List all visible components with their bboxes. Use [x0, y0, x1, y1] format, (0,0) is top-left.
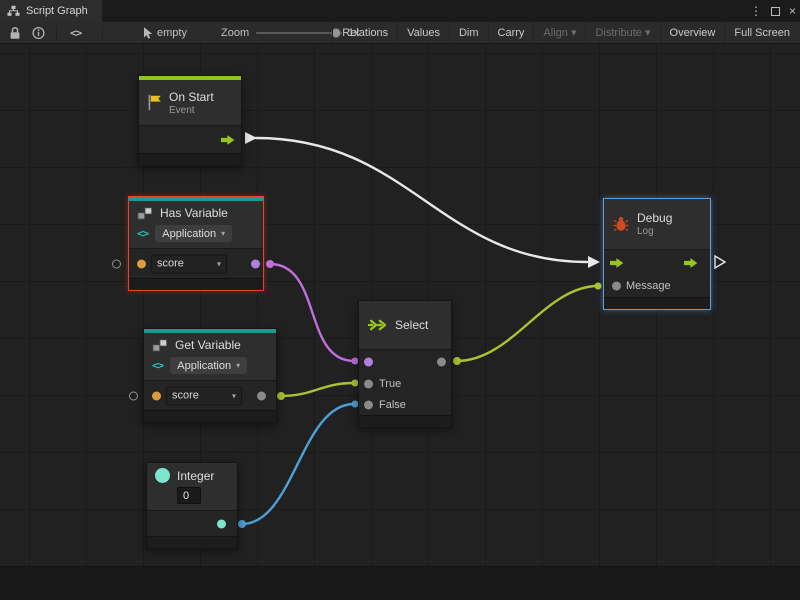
- node-title: Debug: [637, 211, 672, 225]
- node-footer: [147, 536, 237, 548]
- node-title: On Start: [169, 90, 214, 104]
- node-subtitle: Log: [637, 226, 672, 237]
- toolbar-separator: [56, 26, 57, 40]
- overview-button[interactable]: Overview: [660, 22, 725, 43]
- node-title: Has Variable: [160, 206, 228, 220]
- node-footer: [359, 415, 451, 427]
- false-input-port[interactable]: [364, 400, 373, 409]
- message-input-port[interactable]: [612, 282, 621, 291]
- graph-toolbar: <> empty Zoom 1x Relations Values Dim Ca…: [0, 22, 800, 44]
- node-has-variable[interactable]: Has Variable <> Application ▾ score ▾: [128, 196, 264, 291]
- code-toggle-icon[interactable]: <>: [70, 26, 81, 39]
- script-graph-icon: [7, 5, 20, 17]
- condition-input-port[interactable]: [364, 357, 373, 366]
- variable-name-value: score: [157, 258, 184, 270]
- zoom-slider-track[interactable]: [256, 32, 342, 34]
- variables-icon: [137, 207, 153, 220]
- flow-output-port[interactable]: [221, 134, 235, 145]
- target-input-port[interactable]: [112, 259, 121, 268]
- canvas-bottom-edge: [0, 566, 800, 600]
- toolbar-separator: [102, 26, 103, 40]
- variable-name-dropdown[interactable]: score ▾: [166, 386, 242, 405]
- flow-input-port[interactable]: [610, 257, 624, 268]
- window-menu-icon[interactable]: ⋮: [750, 0, 762, 22]
- dim-button[interactable]: Dim: [449, 22, 488, 43]
- node-on-start[interactable]: On Start Event: [138, 75, 242, 166]
- node-select[interactable]: Select True False: [358, 300, 452, 428]
- scope-dropdown[interactable]: Application ▾: [155, 225, 232, 242]
- variable-name-dropdown[interactable]: score ▾: [151, 254, 227, 273]
- scope-dropdown[interactable]: Application ▾: [170, 357, 247, 374]
- selection-output-port[interactable]: [437, 357, 446, 366]
- node-title: Select: [395, 318, 428, 332]
- fullscreen-button[interactable]: Full Screen: [724, 22, 799, 43]
- distribute-button: Distribute ▾: [585, 22, 659, 43]
- window-close-icon[interactable]: ×: [789, 0, 796, 22]
- selection-status: empty: [157, 27, 187, 39]
- window-controls: ⋮ ×: [750, 0, 796, 22]
- window-title: Script Graph: [26, 5, 88, 17]
- integer-type-icon: [155, 468, 170, 483]
- lock-icon[interactable]: [9, 26, 21, 40]
- integer-value-input[interactable]: 0: [177, 487, 201, 504]
- chevron-down-icon: ▾: [221, 229, 225, 238]
- variable-name-port[interactable]: [137, 259, 146, 268]
- value-output-port[interactable]: [257, 391, 266, 400]
- variable-name-value: score: [172, 390, 199, 402]
- info-icon[interactable]: [32, 26, 45, 39]
- scope-value: Application: [177, 360, 231, 372]
- zoom-label: Zoom: [221, 27, 249, 39]
- integer-output-port[interactable]: [217, 519, 226, 528]
- node-footer: [604, 297, 710, 309]
- scope-value: Application: [162, 228, 216, 240]
- carry-button[interactable]: Carry: [488, 22, 534, 43]
- node-footer: [139, 153, 241, 165]
- false-label: False: [379, 399, 406, 411]
- node-title: Integer: [177, 469, 214, 483]
- chevron-down-icon: ▾: [232, 391, 236, 400]
- tab-script-graph[interactable]: Script Graph: [0, 0, 102, 22]
- toolbar-buttons: Relations Values Dim Carry Align ▾ Distr…: [332, 22, 799, 43]
- variable-name-port[interactable]: [152, 391, 161, 400]
- select-icon: [368, 319, 387, 331]
- variables-icon: [152, 339, 168, 352]
- window-titlebar: Script Graph ⋮ ×: [0, 0, 800, 22]
- node-get-variable[interactable]: Get Variable <> Application ▾ score ▾: [143, 328, 277, 423]
- target-input-port[interactable]: [129, 391, 138, 400]
- selection-cursor-icon: [142, 26, 153, 39]
- node-subtitle: Event: [169, 105, 214, 116]
- node-debug-log[interactable]: Debug Log Message: [603, 198, 711, 310]
- true-input-port[interactable]: [364, 379, 373, 388]
- message-label: Message: [626, 280, 671, 292]
- align-button: Align ▾: [533, 22, 585, 43]
- flow-output-port[interactable]: [684, 257, 698, 268]
- chevron-down-icon: ▾: [217, 259, 221, 268]
- code-icon: <>: [152, 359, 163, 372]
- node-integer[interactable]: Integer 0: [146, 462, 238, 549]
- window-maximize-icon[interactable]: [771, 7, 780, 16]
- bug-icon: [613, 216, 629, 232]
- true-label: True: [379, 378, 401, 390]
- node-footer: [129, 278, 263, 290]
- node-footer: [144, 410, 276, 422]
- flag-icon: [147, 94, 162, 111]
- values-button[interactable]: Values: [397, 22, 449, 43]
- relations-button[interactable]: Relations: [332, 22, 397, 43]
- code-icon: <>: [137, 227, 148, 240]
- node-title: Get Variable: [175, 338, 241, 352]
- result-output-port[interactable]: [251, 259, 260, 268]
- chevron-down-icon: ▾: [236, 361, 240, 370]
